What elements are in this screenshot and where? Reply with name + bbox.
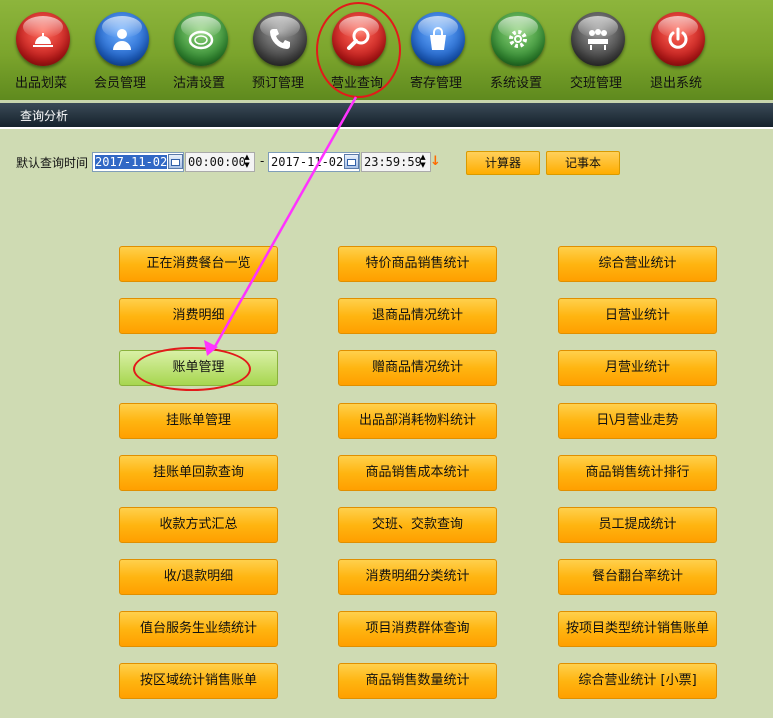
tool-reservation[interactable]: 预订管理 <box>242 0 314 98</box>
receipt-refund-detail-button[interactable]: 收/退款明细 <box>119 559 278 595</box>
tool-label: 交班管理 <box>569 76 622 91</box>
phone-icon <box>253 12 307 66</box>
item-customer-group-button[interactable]: 项目消费群体查询 <box>338 611 497 647</box>
tool-label: 系统设置 <box>489 76 542 91</box>
plate-icon <box>174 12 228 66</box>
member-icon <box>95 12 149 66</box>
range-separator: - <box>260 154 265 168</box>
consumption-detail-button[interactable]: 消费明细 <box>119 298 278 334</box>
tool-label: 寄存管理 <box>409 76 462 91</box>
arrow-down-icon[interactable]: ↓ <box>430 154 441 169</box>
end-time-value: 23:59:59 <box>364 155 422 169</box>
waiter-performance-button[interactable]: 值台服务生业绩统计 <box>119 611 278 647</box>
bag-icon <box>411 12 465 66</box>
query-time-label: 默认查询时间 <box>16 156 89 170</box>
tool-label: 预订管理 <box>251 76 304 91</box>
gear-icon <box>491 12 545 66</box>
gifted-goods-button[interactable]: 赠商品情况统计 <box>338 350 497 386</box>
consumption-category-button[interactable]: 消费明细分类统计 <box>338 559 497 595</box>
tool-soldout[interactable]: 沽清设置 <box>163 0 235 98</box>
daily-business-button[interactable]: 日营业统计 <box>558 298 717 334</box>
daily-monthly-trend-button[interactable]: 日\月营业走势 <box>558 403 717 439</box>
calendar-icon[interactable] <box>168 154 183 169</box>
overall-business-receipt-button[interactable]: 综合营业统计 [小票] <box>558 663 717 699</box>
sales-quantity-button[interactable]: 商品销售数量统计 <box>338 663 497 699</box>
tool-label: 退出系统 <box>649 76 702 91</box>
section-title: 查询分析 <box>20 109 69 123</box>
table-turnover-button[interactable]: 餐台翻台率统计 <box>558 559 717 595</box>
highlight-circle-bill <box>133 347 251 391</box>
notepad-button[interactable]: 记事本 <box>546 151 620 175</box>
end-date-value: 2017-11-02 <box>271 155 344 169</box>
monthly-business-button[interactable]: 月营业统计 <box>558 350 717 386</box>
tool-storage[interactable]: 寄存管理 <box>400 0 472 98</box>
calendar-icon[interactable] <box>344 154 359 169</box>
spinner-updown-icon[interactable]: ▲ ▼ <box>417 153 429 171</box>
returned-goods-button[interactable]: 退商品情况统计 <box>338 298 497 334</box>
overall-business-button[interactable]: 综合营业统计 <box>558 246 717 282</box>
credit-bill-management-button[interactable]: 挂账单管理 <box>119 403 278 439</box>
tool-dish-dispatch[interactable]: 出品划菜 <box>5 0 77 98</box>
tool-member[interactable]: 会员管理 <box>84 0 156 98</box>
start-time-value: 00:00:00 <box>188 155 246 169</box>
credit-repayment-query-button[interactable]: 挂账单回款查询 <box>119 455 278 491</box>
tool-label: 会员管理 <box>93 76 146 91</box>
running-tables-button[interactable]: 正在消费餐台一览 <box>119 246 278 282</box>
tool-shift-handover[interactable]: 交班管理 <box>560 0 632 98</box>
spinner-updown-icon[interactable]: ▲ ▼ <box>241 153 253 171</box>
calculator-button[interactable]: 计算器 <box>466 151 540 175</box>
start-date-value: 2017-11-02 <box>95 155 168 169</box>
special-price-sales-button[interactable]: 特价商品销售统计 <box>338 246 497 282</box>
item-type-sales-bill-button[interactable]: 按项目类型统计销售账单 <box>558 611 717 647</box>
staff-commission-button[interactable]: 员工提成统计 <box>558 507 717 543</box>
power-icon <box>651 12 705 66</box>
section-header: 查询分析 <box>0 103 773 127</box>
meeting-icon <box>571 12 625 66</box>
area-sales-bill-button[interactable]: 按区域统计销售账单 <box>119 663 278 699</box>
payment-method-summary-button[interactable]: 收款方式汇总 <box>119 507 278 543</box>
cloche-icon <box>16 12 70 66</box>
tool-exit-system[interactable]: 退出系统 <box>640 0 712 98</box>
material-consumption-button[interactable]: 出品部消耗物料统计 <box>338 403 497 439</box>
sales-cost-button[interactable]: 商品销售成本统计 <box>338 455 497 491</box>
tool-system-settings[interactable]: 系统设置 <box>480 0 552 98</box>
sales-ranking-button[interactable]: 商品销售统计排行 <box>558 455 717 491</box>
tool-label: 出品划菜 <box>14 76 67 91</box>
shift-payment-query-button[interactable]: 交班、交款查询 <box>338 507 497 543</box>
tool-label: 沽清设置 <box>172 76 225 91</box>
